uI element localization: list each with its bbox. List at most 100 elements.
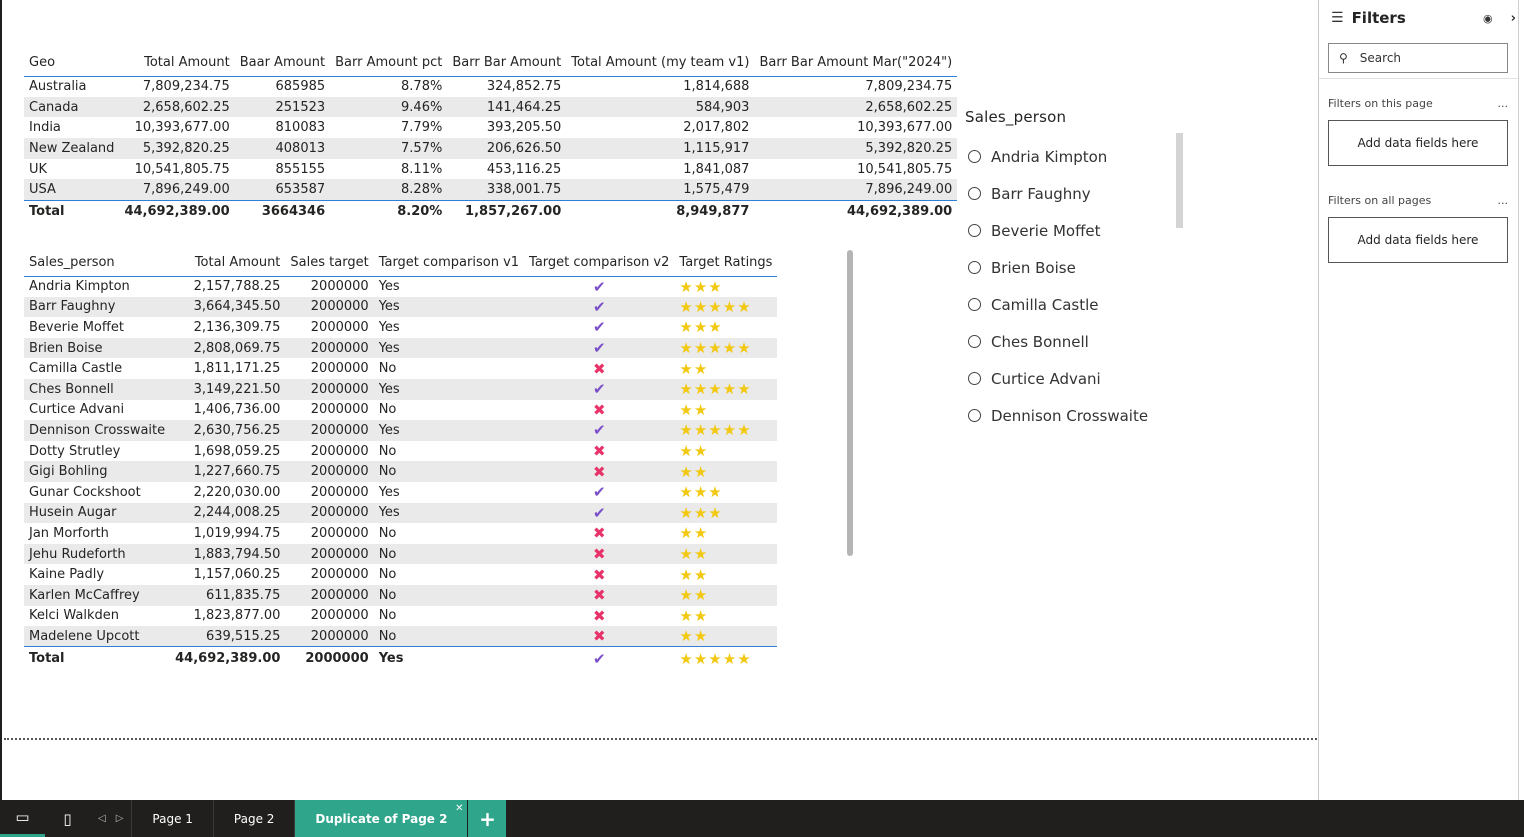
add-data-fields-this-page[interactable]: Add data fields here (1328, 120, 1508, 166)
column-header[interactable]: Sales target (285, 248, 374, 277)
table-row[interactable]: Jan Morforth 1,019,994.75 2000000 No ✖ ★★ (24, 523, 777, 544)
prev-page-icon[interactable]: ◁ (98, 813, 106, 824)
slicer-item[interactable]: Brien Boise (965, 249, 1185, 286)
table-row[interactable]: USA 7,896,249.00 653587 8.28% 338,001.75 1,57… (24, 179, 958, 201)
table-row[interactable]: Barr Faughny 3,664,345.50 2000000 Yes ✔ ★★★★★ (24, 296, 778, 318)
value-cell: 1,841,087 (683, 161, 750, 177)
table-row[interactable]: Husein Augar 2,244,008.25 2000000 Yes ✔ ★★★ (24, 502, 778, 524)
target-cell: 2000000 (285, 420, 374, 441)
filters-on-all-pages-section: Filters on all pages ... (1328, 194, 1508, 207)
radio-button[interactable] (968, 261, 981, 274)
column-header[interactable]: Total Amount (170, 248, 286, 277)
value-cell: 10,393,677.00 (857, 120, 953, 136)
column-header[interactable]: Baar Amount (234, 48, 331, 77)
table-row[interactable]: Beverie Moffet 2,136,309.75 2000000 Yes ✔ ★★★ (24, 317, 777, 338)
slicer-item[interactable]: Dennison Crosswaite (965, 397, 1185, 434)
close-icon[interactable]: ✕ (455, 803, 463, 814)
table-row[interactable]: New Zealand 5,392,820.25 408013 7.57% 206,62… (24, 138, 958, 159)
column-header[interactable]: Target comparison v2 (524, 248, 675, 277)
eye-icon[interactable]: ◉ (1483, 12, 1493, 25)
total-cell: 44,692,389.00 (170, 646, 286, 671)
table-row[interactable]: Jehu Rudeforth 1,883,794.50 2000000 No ✖ ★★ (24, 543, 778, 565)
column-header[interactable]: Target comparison v1 (373, 248, 525, 277)
table-scrollbar[interactable] (847, 250, 853, 556)
column-header[interactable]: Target Ratings (674, 248, 778, 277)
star-rating: ★★★ (674, 502, 778, 524)
comparison-cell: No (373, 461, 525, 482)
table-row[interactable]: Andria Kimpton 2,157,788.25 2000000 Yes ✔ ★★★ (24, 276, 777, 297)
slicer-item[interactable]: Curtice Advani (965, 360, 1185, 397)
tab-page-2[interactable]: Page 2 (212, 800, 295, 837)
table-row[interactable]: India 10,393,677.00 810083 7.79% 393,205.50 2… (24, 117, 957, 138)
filters-title: Filters (1351, 9, 1406, 27)
chevron-right-icon[interactable]: › (1511, 11, 1516, 26)
table-row[interactable]: Madelene Upcott 639,515.25 2000000 No ✖ ★★ (24, 626, 778, 647)
sales-table-body: Andria Kimpton 2,157,788.25 2000000 Yes ✔ ★★★… (24, 276, 778, 647)
table-row[interactable]: Dotty Strutley 1,698,059.25 2000000 No ✖ ★★ (24, 441, 777, 462)
value-cell: 7,809,234.75 (865, 79, 953, 95)
slicer-scrollbar[interactable] (1176, 133, 1183, 228)
slicer-item[interactable]: Andria Kimpton (965, 138, 1185, 175)
filter-search-input[interactable]: ⚲ Search (1328, 43, 1508, 73)
geo-matrix-table[interactable]: Geo Total Amount Baar Amount Barr Amount… (24, 48, 958, 223)
table-row[interactable]: Camilla Castle 1,811,171.25 2000000 No ✖ ★★ (24, 358, 777, 379)
check-icon: ✔ (524, 502, 675, 524)
check-icon: ✔ (524, 296, 675, 318)
more-options-icon[interactable]: ... (1498, 97, 1509, 110)
radio-button[interactable] (968, 372, 981, 385)
radio-button[interactable] (968, 298, 981, 311)
radio-button[interactable] (968, 150, 981, 163)
total-cell: 44,692,389.00 (119, 199, 235, 223)
sales-person-table[interactable]: Sales_person Total Amount Sales target T… (24, 248, 778, 671)
slicer-item[interactable]: Barr Faughny (965, 175, 1185, 212)
add-page-button[interactable]: + (468, 800, 507, 837)
slicer-item[interactable]: Beverie Moffet (965, 212, 1185, 249)
radio-button[interactable] (968, 409, 981, 422)
table-row[interactable]: Curtice Advani 1,406,736.00 2000000 No ✖ ★★ (24, 400, 777, 421)
radio-button[interactable] (968, 335, 981, 348)
table-row[interactable]: Gigi Bohling 1,227,660.75 2000000 No ✖ ★★ (24, 461, 778, 482)
table-row[interactable]: Australia 7,809,234.75 685985 8.78% 324,852.… (24, 76, 957, 97)
column-header[interactable]: Geo (24, 48, 120, 77)
value-cell: 855155 (275, 161, 326, 177)
table-row[interactable]: Kaine Padly 1,157,060.25 2000000 No ✖ ★★ (24, 564, 777, 585)
sales-person-slicer: Sales_person Andria Kimpton Barr Faughny B… (965, 108, 1185, 434)
target-cell: 2000000 (285, 502, 374, 524)
next-page-icon[interactable]: ▷ (116, 813, 124, 824)
tab-page-1[interactable]: Page 1 (131, 800, 213, 837)
value-cell: 10,541,805.75 (134, 161, 230, 177)
geo-cell: UK (29, 161, 48, 177)
value-cell: 453,116.25 (486, 161, 562, 177)
column-header[interactable]: Barr Bar Amount Mar("2024") (754, 48, 958, 77)
column-header[interactable]: Total Amount (119, 48, 235, 77)
slicer-item[interactable]: Camilla Castle (965, 286, 1185, 323)
target-cell: 2000000 (310, 443, 369, 459)
star-rating: ★★ (674, 584, 778, 606)
column-header[interactable]: Total Amount (my team v1) (566, 48, 755, 77)
slicer-item[interactable]: Ches Bonnell (965, 323, 1185, 360)
value-cell: 7.57% (330, 138, 448, 159)
table-row[interactable]: Canada 2,658,602.25 251523 9.46% 141,464.25 5… (24, 96, 958, 118)
more-options-icon[interactable]: ... (1498, 194, 1509, 207)
table-row[interactable]: Gunar Cockshoot 2,220,030.00 2000000 Yes ✔ ★★… (24, 482, 777, 503)
table-row[interactable]: Karlen McCaffrey 611,835.75 2000000 No ✖ ★★ (24, 584, 778, 606)
radio-button[interactable] (968, 224, 981, 237)
table-row[interactable]: Ches Bonnell 3,149,221.50 2000000 Yes ✔ ★★★★★ (24, 378, 778, 400)
table-row[interactable]: Dennison Crosswaite 2,630,756.25 2000000 Ye… (24, 420, 778, 441)
comparison-cell: No (373, 543, 525, 565)
page-tab-bar: ▭ ▯ ◁ ▷ Page 1 Page 2 Duplicate of Page … (0, 800, 1524, 837)
add-data-fields-all-pages[interactable]: Add data fields here (1328, 217, 1508, 263)
column-header[interactable]: Barr Amount pct (330, 48, 448, 77)
column-header[interactable]: Sales_person (24, 248, 171, 277)
column-header[interactable]: Barr Bar Amount (447, 48, 567, 77)
mobile-view-icon[interactable]: ▯ (45, 800, 90, 837)
desktop-view-icon[interactable]: ▭ (0, 800, 45, 837)
table-row[interactable]: Kelci Walkden 1,823,877.00 2000000 No ✖ ★★ (24, 606, 777, 627)
geo-cell: Canada (24, 96, 120, 118)
table-row[interactable]: Brien Boise 2,808,069.75 2000000 Yes ✔ ★★★★★ (24, 337, 778, 359)
radio-button[interactable] (968, 187, 981, 200)
tab-duplicate-of-page-2[interactable]: Duplicate of Page 2 ✕ (294, 800, 468, 837)
slicer-item-label: Brien Boise (991, 258, 1076, 277)
table-row[interactable]: UK 10,541,805.75 855155 8.11% 453,116.25 1,84… (24, 159, 957, 180)
check-icon: ✔ (524, 378, 675, 400)
